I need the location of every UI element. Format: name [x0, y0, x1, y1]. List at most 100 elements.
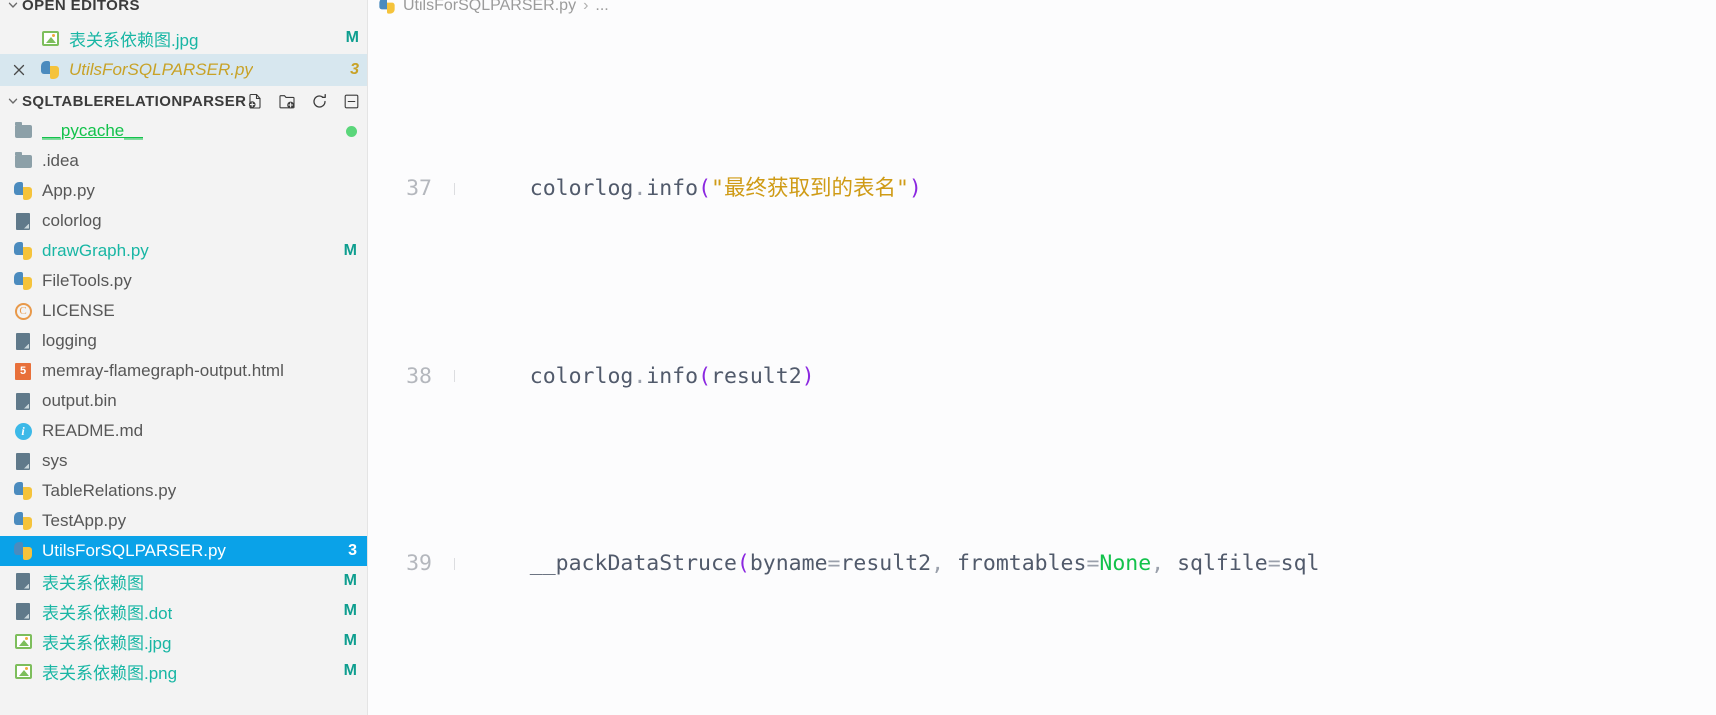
untracked-dot-icon [346, 125, 357, 137]
tree-item-drawgraph-py[interactable]: drawGraph.py M [0, 236, 367, 266]
generic-file-icon [10, 332, 36, 350]
collapse-all-icon[interactable] [342, 92, 360, 110]
problems-badge: 3 [348, 542, 357, 559]
tree-item-pycache[interactable]: __pycache__ [0, 116, 367, 146]
breadcrumb-separator: › [583, 0, 589, 14]
open-editor-filename: 表关系依赖图.jpg [69, 30, 199, 50]
token-info: info [646, 363, 699, 389]
python-file-icon [10, 272, 36, 290]
tree-item-label: memray-flamegraph-output.html [42, 361, 284, 380]
tree-item-license[interactable]: C LICENSE [0, 296, 367, 326]
code-text: colorlog.info(result2) [529, 363, 815, 389]
markdown-file-icon: i [10, 422, 36, 440]
tree-item-label: drawGraph.py [42, 241, 149, 260]
code-text: colorlog.info("最终获取到的表名") [529, 176, 922, 201]
tree-item-label: __pycache__ [42, 121, 144, 140]
sidebar: OPEN EDITORS 表关系依赖图.jpg M UtilsForSQLPAR… [0, 0, 368, 715]
tree-item-label: .idea [42, 151, 79, 170]
open-editors-header[interactable]: OPEN EDITORS [0, 0, 367, 16]
open-editor-item[interactable]: 表关系依赖图.jpg M [0, 22, 367, 54]
tree-item-biaoguanxi[interactable]: 表关系依赖图 M [0, 566, 367, 596]
new-file-icon[interactable] [246, 92, 264, 110]
token-colorlog: colorlog [529, 363, 634, 389]
tree-item-label: TableRelations.py [42, 481, 177, 500]
tree-item-testapp-py[interactable]: TestApp.py [0, 506, 367, 536]
token-packdatastruce: __packDataStruce [529, 551, 737, 576]
code-line[interactable]: 37 colorlog.info("最终获取到的表名") [368, 170, 1716, 208]
token-colorlog: colorlog [529, 176, 634, 201]
tree-item-label: TestApp.py [42, 511, 127, 530]
token-sqlfile: sqlfile [1177, 551, 1268, 576]
tree-item-readme-md[interactable]: i README.md [0, 416, 367, 446]
code-line[interactable]: 39 __packDataStruce(byname=result2, from… [368, 545, 1716, 583]
tree-item-logging[interactable]: logging [0, 326, 367, 356]
code-text: __packDataStruce(byname=result2, fromtab… [529, 551, 1320, 576]
tree-item-app-py[interactable]: App.py [0, 176, 367, 206]
new-folder-icon[interactable] [278, 92, 296, 110]
code-line[interactable]: 38 colorlog.info(result2) [368, 358, 1716, 396]
token-sql: sql [1280, 551, 1320, 576]
python-file-icon [379, 0, 395, 14]
python-file-icon [10, 182, 36, 200]
tree-item-label: README.md [42, 421, 144, 440]
code-editor[interactable]: UtilsForSQLPARSER.py › ... 37 colorlog.i… [368, 0, 1716, 715]
explorer-header[interactable]: SQLTABLERELATIONPARSER [0, 86, 367, 116]
tree-item-label: colorlog [42, 211, 102, 230]
status-badge: M [343, 572, 357, 589]
tree-item-memray-html[interactable]: 5 memray-flamegraph-output.html [0, 356, 367, 386]
open-editor-item-active[interactable]: UtilsForSQLPARSER.py 3 [0, 54, 367, 86]
tree-item-label: FileTools.py [42, 271, 132, 290]
breadcrumb-file[interactable]: UtilsForSQLPARSER.py [403, 0, 576, 15]
image-file-icon [10, 663, 36, 679]
line-number: 38 [406, 363, 432, 389]
tree-item-output-bin[interactable]: output.bin [0, 386, 367, 416]
tree-item-sys[interactable]: sys [0, 446, 367, 476]
tree-item-filetools-py[interactable]: FileTools.py [0, 266, 367, 296]
explorer-root-label: SQLTABLERELATIONPARSER [22, 92, 247, 110]
tree-item-label: logging [42, 331, 97, 350]
chevron-down-icon[interactable] [4, 0, 22, 11]
generic-file-icon [10, 602, 36, 620]
vscode-window: OPEN EDITORS 表关系依赖图.jpg M UtilsForSQLPAR… [0, 0, 1716, 715]
problems-badge: 3 [350, 61, 359, 78]
status-badge: M [343, 602, 357, 619]
explorer-actions [246, 92, 367, 110]
close-icon[interactable] [0, 62, 38, 78]
token-byname: byname [749, 551, 828, 576]
refresh-icon[interactable] [310, 92, 328, 110]
token-result2: result2 [840, 551, 932, 576]
tree-item-biaoguanxi-jpg[interactable]: 表关系依赖图.jpg M [0, 626, 367, 656]
python-file-icon [10, 512, 36, 530]
generic-file-icon [10, 572, 36, 590]
token-string: "最终获取到的表名" [711, 176, 909, 201]
token-none: None [1099, 551, 1152, 576]
python-file-icon [10, 242, 36, 260]
tree-item-utilsforsqlparser-py[interactable]: UtilsForSQLPARSER.py 3 [0, 536, 367, 566]
file-tree: __pycache__ .idea App.py colorlog drawGr… [0, 116, 367, 686]
tree-item-biaoguanxi-png[interactable]: 表关系依赖图.png M [0, 656, 367, 686]
token-result2: result2 [711, 363, 802, 389]
chevron-down-icon[interactable] [4, 95, 22, 107]
tree-item-colorlog[interactable]: colorlog [0, 206, 367, 236]
license-icon: C [10, 302, 36, 320]
tree-item-biaoguanxi-dot[interactable]: 表关系依赖图.dot M [0, 596, 367, 626]
python-file-icon [38, 61, 62, 79]
open-editors-section: OPEN EDITORS 表关系依赖图.jpg M UtilsForSQLPAR… [0, 0, 367, 86]
tree-item-tablerelations-py[interactable]: TableRelations.py [0, 476, 367, 506]
tree-item-label: 表关系依赖图.dot [42, 603, 173, 623]
tree-item-label: output.bin [42, 391, 117, 410]
status-badge: M [343, 632, 357, 649]
open-editors-label: OPEN EDITORS [22, 0, 140, 14]
code-content[interactable]: 37 colorlog.info("最终获取到的表名") 38 colorlog… [368, 20, 1716, 715]
tree-item-idea[interactable]: .idea [0, 146, 367, 176]
tree-item-label: LICENSE [42, 301, 115, 320]
breadcrumb[interactable]: UtilsForSQLPARSER.py › ... [368, 0, 1716, 18]
image-file-icon [10, 633, 36, 649]
status-badge: M [343, 242, 357, 259]
python-file-icon [10, 542, 36, 560]
line-number: 39 [406, 551, 432, 576]
tree-item-label: App.py [42, 181, 95, 200]
breadcrumb-tail[interactable]: ... [595, 0, 608, 15]
token-fromtables: fromtables [956, 551, 1087, 576]
image-file-icon [38, 30, 62, 46]
